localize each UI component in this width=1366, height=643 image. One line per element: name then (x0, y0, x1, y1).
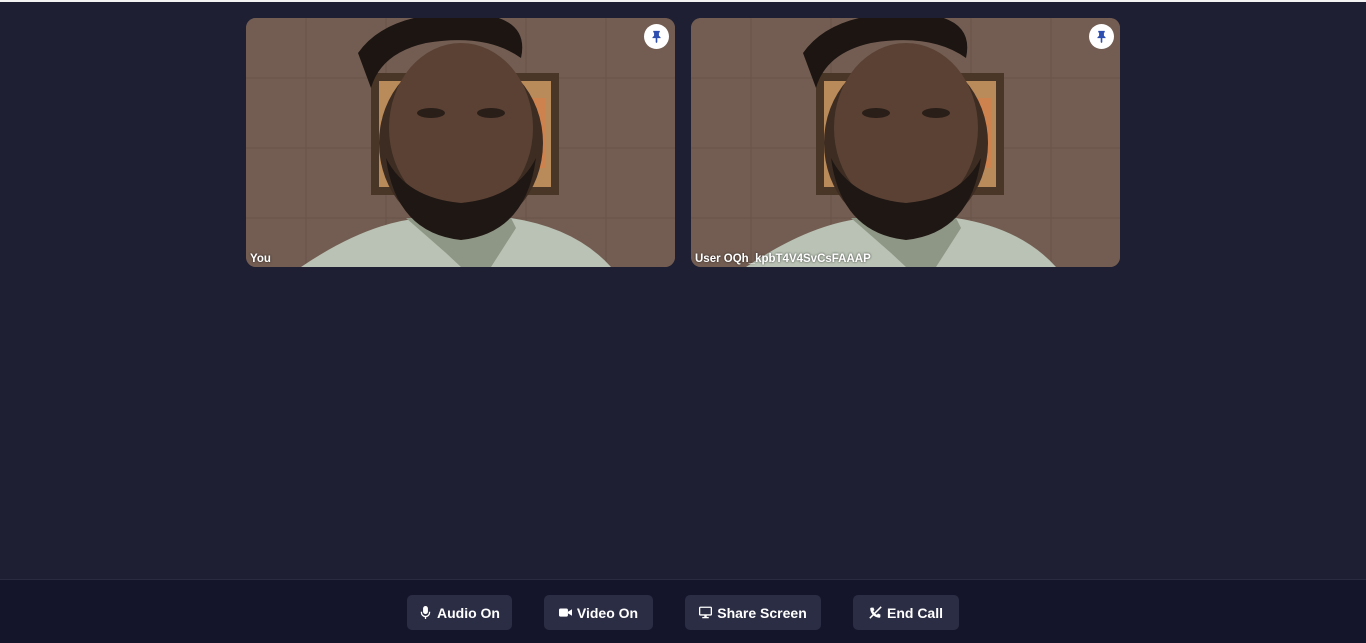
audio-button-label: Audio On (437, 604, 500, 621)
end-call-button-label: End Call (886, 604, 943, 621)
video-tile-remote[interactable]: User OQh_kpbT4V4SvCsFAAAP (691, 18, 1120, 267)
video-feed-image (246, 18, 675, 267)
video-button-label: Video On (576, 604, 639, 621)
pin-icon (652, 30, 661, 43)
video-stage: You User OQh_kpbT4V4SvCsFAAAP (0, 2, 1366, 579)
share-button-label: Share Screen (717, 604, 807, 621)
participant-name-label: User OQh_kpbT4V4SvCsFAAAP (695, 253, 871, 265)
call-controls-bar: Audio On Video On Share Screen End Call (0, 579, 1366, 643)
video-camera-icon (558, 608, 572, 617)
video-toggle-button[interactable]: Video On (544, 595, 653, 630)
audio-toggle-button[interactable]: Audio On (407, 595, 512, 630)
video-tile-local[interactable]: You (246, 18, 675, 267)
video-feed-image (691, 18, 1120, 267)
phone-slash-icon (869, 606, 882, 619)
microphone-icon (420, 606, 431, 619)
pin-button[interactable] (1089, 24, 1114, 49)
end-call-button[interactable]: End Call (853, 595, 959, 630)
pin-icon (1097, 30, 1106, 43)
desktop-icon (699, 606, 713, 619)
participant-name-label: You (250, 253, 271, 265)
pin-button[interactable] (644, 24, 669, 49)
video-grid: You User OQh_kpbT4V4SvCsFAAAP (246, 18, 1120, 267)
share-screen-button[interactable]: Share Screen (685, 595, 821, 630)
